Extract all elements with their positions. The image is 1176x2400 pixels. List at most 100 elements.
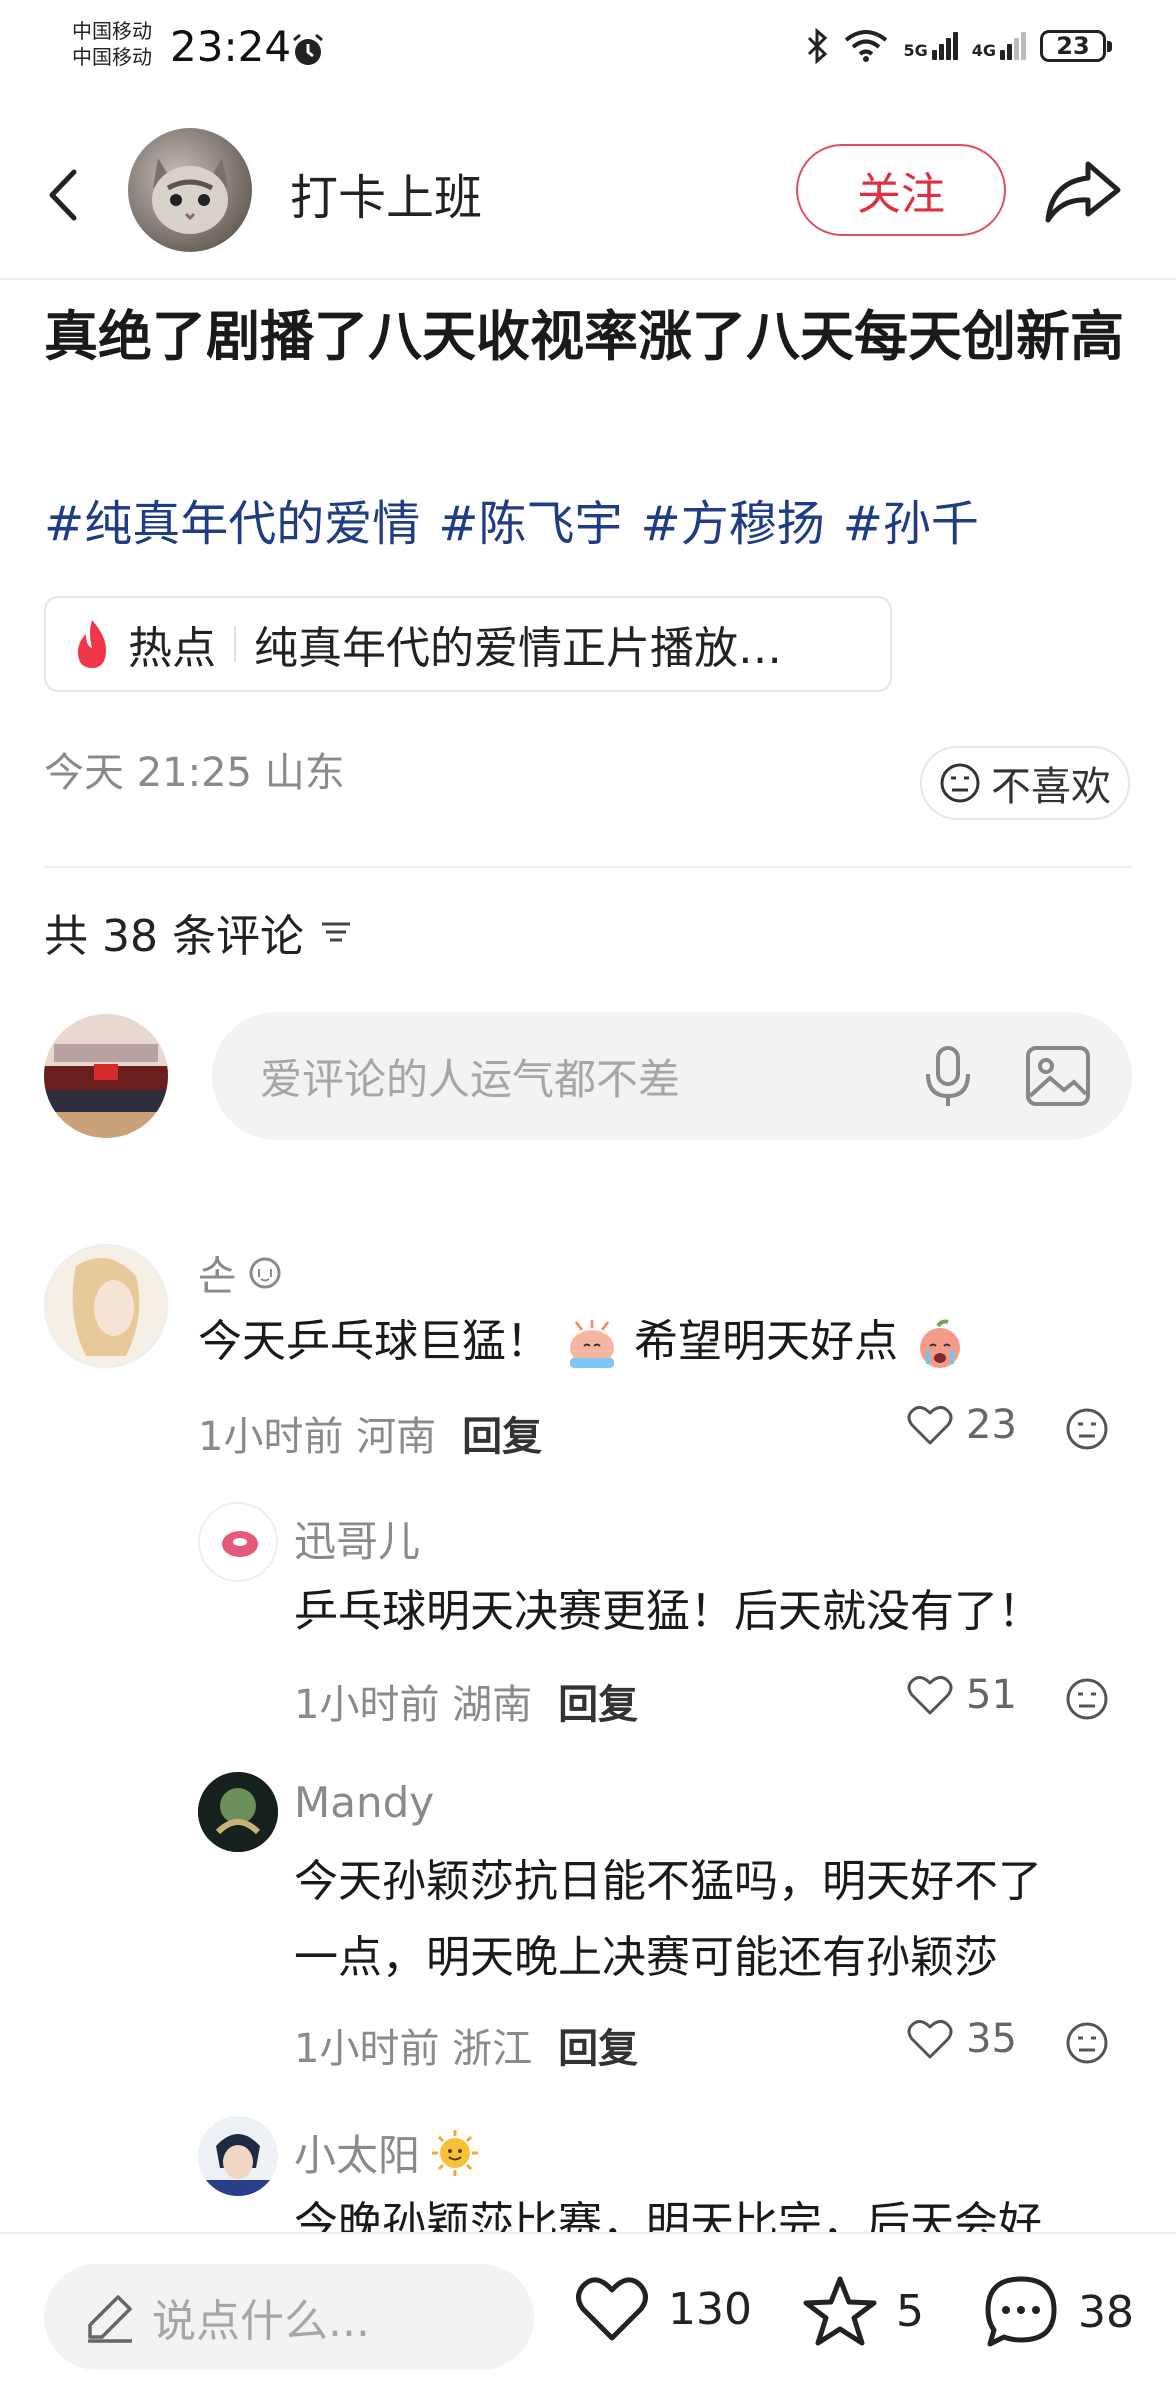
comment-time: 1小时前 <box>294 1682 440 1728</box>
commenter-avatar[interactable] <box>198 1772 278 1852</box>
section-divider <box>44 866 1132 868</box>
signal-5g-icon: 5G <box>903 32 958 60</box>
comment-meta: 1小时前 河南 回复 <box>198 1404 542 1462</box>
comment-text-line: 今天孙颖莎抗日能不猛吗，明天好不了 <box>294 1856 1042 1907</box>
carrier-info: 中国移动 中国移动 <box>72 18 152 70</box>
post-meta: 今天 21:25 山东 <box>44 750 345 796</box>
clock: 23:24 <box>170 22 292 71</box>
commenter-avatar[interactable] <box>198 1502 278 1582</box>
dislike-button[interactable]: 不喜欢 <box>920 746 1130 820</box>
comment-like-button[interactable]: 35 <box>906 2016 1017 2062</box>
heart-icon <box>907 1406 953 1445</box>
say-placeholder: 说点什么... <box>152 2296 370 2347</box>
fire-icon <box>78 620 106 668</box>
commenter-name-text: 迅哥儿 <box>294 1517 421 1566</box>
comment-dislike-icon[interactable] <box>1064 2020 1110 2066</box>
like-count: 35 <box>966 2016 1017 2062</box>
sort-icon[interactable] <box>318 916 354 948</box>
reply-button[interactable]: 回复 <box>558 2016 638 2074</box>
comment-text: 今天孙颖莎抗日能不猛吗，明天好不了 一点，明天晚上决赛可能还有孙颖莎 <box>294 1844 1042 1996</box>
signal-4g-label: 4G <box>971 41 996 60</box>
neutral-face-icon <box>940 763 980 803</box>
comments-count: 共 38 条评论 <box>44 911 304 962</box>
comment-location: 河南 <box>356 1414 437 1460</box>
hashtag-link[interactable]: #陈飞宇 <box>438 484 622 554</box>
author-name[interactable]: 打卡上班 <box>290 158 482 228</box>
signal-5g-label: 5G <box>903 41 928 60</box>
microphone-icon[interactable] <box>920 1044 976 1110</box>
commenter-name[interactable]: 迅哥儿 <box>294 1508 420 1569</box>
back-arrow-icon[interactable] <box>40 160 90 230</box>
hot-divider <box>234 626 236 662</box>
reply-button[interactable]: 回复 <box>558 1672 638 1730</box>
like-post-button[interactable]: 130 <box>574 2274 752 2344</box>
heart-icon <box>907 2020 953 2059</box>
comment-text: 今天乒乓球巨猛！ 希望明天好点 <box>198 1304 968 1380</box>
crying-peach-emoji-icon <box>920 1319 960 1368</box>
post-title: 真绝了剧播了八天收视率涨了八天每天创新高 <box>44 305 1124 368</box>
comment-like-button[interactable]: 23 <box>906 1402 1017 1448</box>
reply-button[interactable]: 回复 <box>462 1404 542 1462</box>
bottom-action-bar: 说点什么... 130 5 38 <box>0 2232 1176 2400</box>
commenter-name-text: 小太阳 <box>294 2131 421 2180</box>
crying-emoji-icon <box>570 1320 614 1368</box>
sun-emoji-icon <box>432 2129 479 2176</box>
comment-text-part: 今天乒乓球巨猛！ <box>198 1316 550 1367</box>
comment-meta-text: 1小时前 河南 <box>198 1404 436 1462</box>
share-icon[interactable] <box>1040 150 1124 234</box>
post-comment-count: 38 <box>1078 2286 1134 2338</box>
pencil-icon <box>88 2295 132 2343</box>
heart-icon <box>907 1676 953 1715</box>
image-icon[interactable] <box>1024 1044 1092 1108</box>
commenter-name[interactable]: Mandy <box>294 1778 434 1827</box>
comment-text-part: 希望明天好点 <box>634 1316 898 1367</box>
author-avatar[interactable] <box>128 128 252 252</box>
comment-time: 1小时前 <box>198 1414 344 1460</box>
commenter-avatar[interactable] <box>198 2116 278 2196</box>
comment-dislike-icon[interactable] <box>1064 1676 1110 1722</box>
post-header: 打卡上班 关注 <box>0 110 1176 280</box>
comment-meta-text: 1小时前 湖南 <box>294 1672 532 1730</box>
my-avatar[interactable] <box>44 1014 168 1138</box>
commenter-avatar[interactable] <box>44 1244 168 1368</box>
comment-meta: 1小时前 湖南 回复 <box>294 1672 638 1730</box>
comment-text-line: 一点，明天晚上决赛可能还有孙颖莎 <box>294 1932 998 1983</box>
favorite-post-button[interactable]: 5 <box>802 2274 924 2348</box>
badge-icon <box>249 1257 281 1288</box>
hot-topic-card[interactable]: 热点 纯真年代的爱情正片播放… <box>44 596 892 692</box>
hot-topic-text: 纯真年代的爱情正片播放… <box>254 623 782 674</box>
comment-meta-text: 1小时前 浙江 <box>294 2016 532 2074</box>
dislike-label: 不喜欢 <box>991 764 1111 810</box>
commenter-name-text: 손 <box>198 1251 237 1300</box>
carrier-1: 中国移动 <box>72 19 152 43</box>
hashtag-link[interactable]: #孙千 <box>843 484 979 554</box>
post-like-count: 130 <box>668 2283 752 2335</box>
post-favorite-count: 5 <box>896 2285 924 2337</box>
alarm-icon <box>293 33 323 65</box>
comment-dislike-icon[interactable] <box>1064 1406 1110 1452</box>
like-count: 51 <box>966 1672 1017 1718</box>
commenter-name[interactable]: 손 <box>198 1242 283 1303</box>
comment-meta: 1小时前 浙江 回复 <box>294 2016 638 2074</box>
comment-input[interactable]: 爱评论的人运气都不差 <box>212 1012 1132 1140</box>
bluetooth-icon <box>808 28 828 64</box>
heart-icon <box>576 2277 648 2341</box>
comment-post-button[interactable]: 38 <box>982 2274 1134 2350</box>
comments-header: 共 38 条评论 <box>44 900 354 964</box>
hashtag-link[interactable]: #方穆扬 <box>640 484 824 554</box>
comment-location: 浙江 <box>452 2026 533 2072</box>
hashtag-link[interactable]: #纯真年代的爱情 <box>44 484 420 554</box>
status-bar: 中国移动 中国移动 23:24 5G 4G 23 <box>0 0 1176 100</box>
battery-icon: 23 <box>1040 30 1112 62</box>
comment-text: 乒乓球明天决赛更猛！后天就没有了！ <box>294 1586 1042 1637</box>
comment-time: 1小时前 <box>294 2026 440 2072</box>
say-something-input[interactable]: 说点什么... <box>44 2264 534 2370</box>
hot-tag-label: 热点 <box>128 623 216 674</box>
follow-button[interactable]: 关注 <box>796 144 1006 236</box>
commenter-name[interactable]: 小太阳 <box>294 2122 480 2183</box>
chat-bubble-icon <box>985 2276 1057 2347</box>
commenter-name-text: Mandy <box>294 1778 435 1827</box>
star-icon <box>803 2276 877 2346</box>
wifi-icon <box>845 30 888 62</box>
comment-like-button[interactable]: 51 <box>906 1672 1017 1718</box>
